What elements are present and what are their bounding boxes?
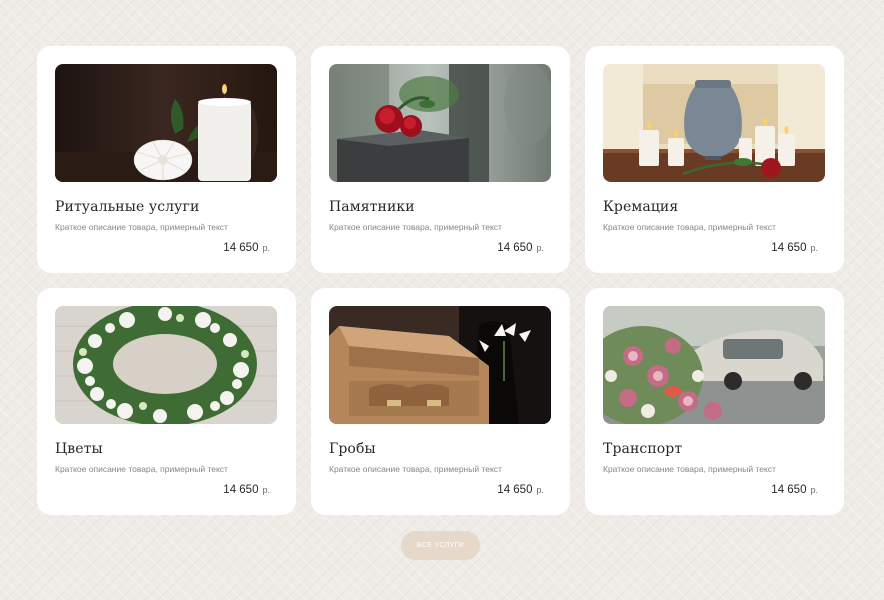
card-description: Краткое описание товара, примерный текст [603, 464, 776, 474]
service-card-flowers[interactable]: Цветы Краткое описание товара, примерный… [37, 288, 296, 515]
price-value: 14 650 [771, 484, 807, 496]
monument-rose-photo [329, 64, 551, 182]
price-value: 14 650 [497, 484, 533, 496]
price-currency: р. [262, 243, 270, 253]
all-services-button[interactable]: ВСЕ УСЛУГИ [401, 531, 480, 560]
price-currency: р. [810, 485, 818, 495]
urn-candles-photo [603, 64, 825, 182]
hearse-flowers-photo [603, 306, 825, 424]
candle-flower-photo [55, 64, 277, 182]
card-description: Краткое описание товара, примерный текст [55, 222, 228, 232]
price-value: 14 650 [771, 242, 807, 254]
coffin-lilies-photo [329, 306, 551, 424]
price-currency: р. [262, 485, 270, 495]
card-description: Краткое описание товара, примерный текст [329, 222, 502, 232]
card-title: Транспорт [603, 441, 683, 457]
price-value: 14 650 [223, 242, 259, 254]
card-title: Цветы [55, 441, 103, 457]
card-price: 14 650 р. [771, 242, 818, 254]
price-currency: р. [810, 243, 818, 253]
card-description: Краткое описание товара, примерный текст [55, 464, 228, 474]
service-card-ritual[interactable]: Ритуальные услуги Краткое описание товар… [37, 46, 296, 273]
card-title: Памятники [329, 199, 415, 215]
card-price: 14 650 р. [497, 242, 544, 254]
card-description: Краткое описание товара, примерный текст [329, 464, 502, 474]
card-title: Кремация [603, 199, 679, 215]
price-currency: р. [536, 485, 544, 495]
service-card-transport[interactable]: Транспорт Краткое описание товара, приме… [585, 288, 844, 515]
service-card-coffins[interactable]: Гробы Краткое описание товара, примерный… [311, 288, 570, 515]
card-title: Гробы [329, 441, 376, 457]
card-price: 14 650 р. [223, 484, 270, 496]
price-value: 14 650 [223, 484, 259, 496]
card-price: 14 650 р. [771, 484, 818, 496]
card-price: 14 650 р. [497, 484, 544, 496]
price-currency: р. [536, 243, 544, 253]
flower-wreath-photo [55, 306, 277, 424]
price-value: 14 650 [497, 242, 533, 254]
card-description: Краткое описание товара, примерный текст [603, 222, 776, 232]
service-card-monuments[interactable]: Памятники Краткое описание товара, приме… [311, 46, 570, 273]
card-title: Ритуальные услуги [55, 199, 200, 215]
service-card-cremation[interactable]: Кремация Краткое описание товара, пример… [585, 46, 844, 273]
card-price: 14 650 р. [223, 242, 270, 254]
services-grid: Ритуальные услуги Краткое описание товар… [37, 46, 844, 515]
